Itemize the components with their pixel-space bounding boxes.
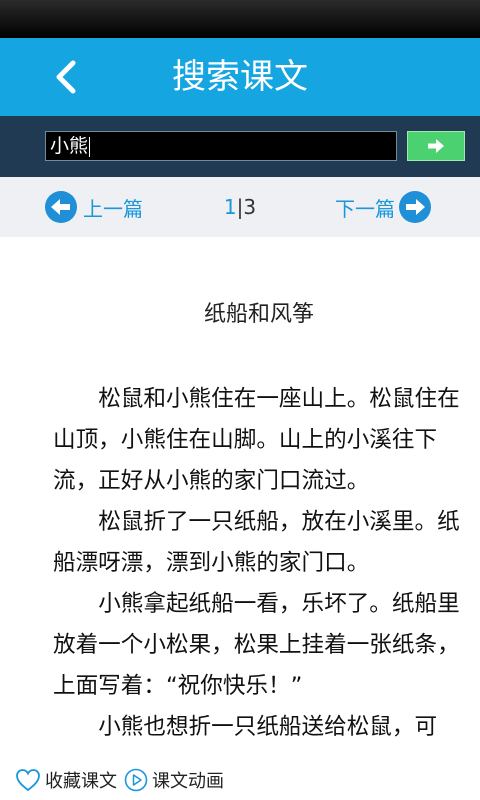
- bottom-bar: 收藏课文 课文动画: [0, 760, 480, 800]
- animation-label: 课文动画: [152, 771, 224, 792]
- article-title: 纸船和风筝: [203, 302, 314, 327]
- search-input-value: 小熊: [50, 135, 89, 157]
- back-button[interactable]: [40, 50, 92, 104]
- text-caret: [89, 136, 91, 157]
- heart-icon: [16, 769, 40, 792]
- page-total: 3: [243, 195, 257, 219]
- play-icon: [124, 768, 148, 792]
- chevron-left-icon: [56, 60, 76, 94]
- arrow-right-icon: [428, 139, 444, 153]
- next-article-label: 下一篇: [335, 196, 395, 221]
- article-body: 松鼠和小熊住在一座山上。松鼠住在山顶，小熊住在山脚。山上的小溪往下流，正好从小熊…: [53, 379, 465, 748]
- article-paragraph: 松鼠和小熊住在一座山上。松鼠住在山顶，小熊住在山脚。山上的小溪往下流，正好从小熊…: [53, 386, 460, 494]
- pager: 上一篇 1|3 下一篇: [0, 177, 480, 237]
- next-article-button[interactable]: 下一篇: [335, 191, 431, 223]
- page-current: 1: [223, 195, 237, 219]
- prev-article-button[interactable]: 上一篇: [45, 191, 143, 223]
- search-input[interactable]: 小熊: [45, 131, 397, 161]
- search-button[interactable]: [407, 131, 465, 161]
- article-content: 纸船和风筝 松鼠和小熊住在一座山上。松鼠住在山顶，小熊住在山脚。山上的小溪往下流…: [0, 237, 480, 760]
- favorite-label: 收藏课文: [45, 771, 117, 792]
- prev-article-label: 上一篇: [83, 196, 143, 221]
- search-bar: 小熊: [0, 116, 480, 177]
- status-bar: [0, 0, 480, 38]
- article-paragraph: 松鼠折了一只纸船，放在小溪里。纸船漂呀漂，漂到小熊的家门口。: [53, 509, 460, 576]
- favorite-button[interactable]: 收藏课文: [15, 765, 117, 795]
- article-paragraph: 小熊也想折一只纸船送给松鼠，可: [98, 714, 438, 740]
- arrow-left-circle-icon: [45, 191, 77, 223]
- article-paragraph: 小熊拿起纸船一看，乐坏了。纸船里放着一个小松果，松果上挂着一张纸条，上面写着：“…: [53, 591, 460, 699]
- title-bar: 搜索课文: [0, 38, 480, 116]
- arrow-right-circle-icon: [399, 191, 431, 223]
- animation-button[interactable]: 课文动画: [124, 765, 224, 795]
- page-indicator: 1|3: [210, 177, 270, 237]
